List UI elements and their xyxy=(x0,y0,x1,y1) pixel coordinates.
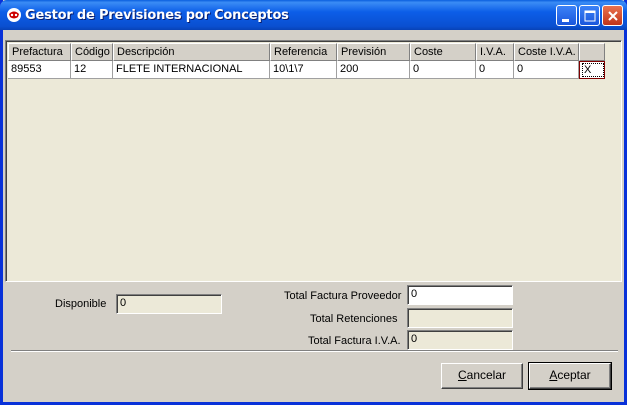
cancel-mnemonic: C xyxy=(457,368,467,382)
table-cell[interactable]: 89553 xyxy=(8,61,71,79)
column-header[interactable]: Código xyxy=(71,43,113,61)
column-header[interactable]: Coste xyxy=(410,43,476,61)
total-factura-iva-label: Total Factura I.V.A. xyxy=(308,335,401,347)
minimize-button[interactable] xyxy=(556,5,577,26)
dialog-window: Gestor de Previsiones por Conceptos Pref… xyxy=(0,0,627,405)
table-cell[interactable]: 0 xyxy=(476,61,514,79)
concepts-grid[interactable]: Prefactura Código Descripción Referencia Pre… xyxy=(5,40,622,282)
table-cell[interactable]: 10\1\7 xyxy=(270,61,337,79)
cancel-label: ancelar xyxy=(466,368,507,382)
accept-button[interactable]: Aceptar xyxy=(528,362,612,390)
total-factura-proveedor-label: Total Factura Proveedor xyxy=(284,290,402,302)
table-cell[interactable]: 0 xyxy=(410,61,476,79)
title-bar[interactable]: Gestor de Previsiones por Conceptos xyxy=(0,0,627,30)
column-header[interactable]: Coste I.V.A. xyxy=(514,43,579,61)
maximize-icon xyxy=(584,10,596,22)
total-retenciones-label: Total Retenciones xyxy=(310,313,398,325)
table-cell[interactable]: FLETE INTERNACIONAL xyxy=(113,61,270,79)
maximize-button[interactable] xyxy=(579,5,600,26)
app-logo-icon xyxy=(7,8,21,22)
total-factura-iva-field: 0 xyxy=(407,330,513,350)
column-header[interactable]: Descripción xyxy=(113,43,270,61)
disponible-label: Disponible xyxy=(55,298,107,310)
close-button[interactable] xyxy=(602,5,623,26)
total-retenciones-field xyxy=(407,308,513,328)
column-header[interactable]: Prefactura xyxy=(8,43,71,61)
grid-header: Prefactura Código Descripción Referencia Pre… xyxy=(8,43,605,61)
separator-line xyxy=(11,350,618,352)
accept-label: ceptar xyxy=(557,368,591,382)
column-header[interactable]: Previsión xyxy=(337,43,410,61)
disponible-field: 0 xyxy=(116,294,222,314)
total-factura-proveedor-input[interactable]: 0 xyxy=(407,285,513,305)
selected-cell-value: X xyxy=(582,63,604,77)
window-title: Gestor de Previsiones por Conceptos xyxy=(25,8,289,23)
column-header[interactable] xyxy=(579,43,605,61)
table-cell[interactable]: 200 xyxy=(337,61,410,79)
table-cell[interactable]: 0 xyxy=(514,61,579,79)
column-header[interactable]: I.V.A. xyxy=(476,43,514,61)
close-icon xyxy=(608,11,618,21)
cancel-button[interactable]: Cancelar xyxy=(441,363,523,389)
minimize-icon xyxy=(562,19,569,22)
column-header[interactable]: Referencia xyxy=(270,43,337,61)
table-row[interactable]: 89553 12 FLETE INTERNACIONAL 10\1\7 200 0 0 0 X xyxy=(8,61,605,79)
table-cell[interactable]: 12 xyxy=(71,61,113,79)
selected-cell[interactable]: X xyxy=(579,61,605,79)
